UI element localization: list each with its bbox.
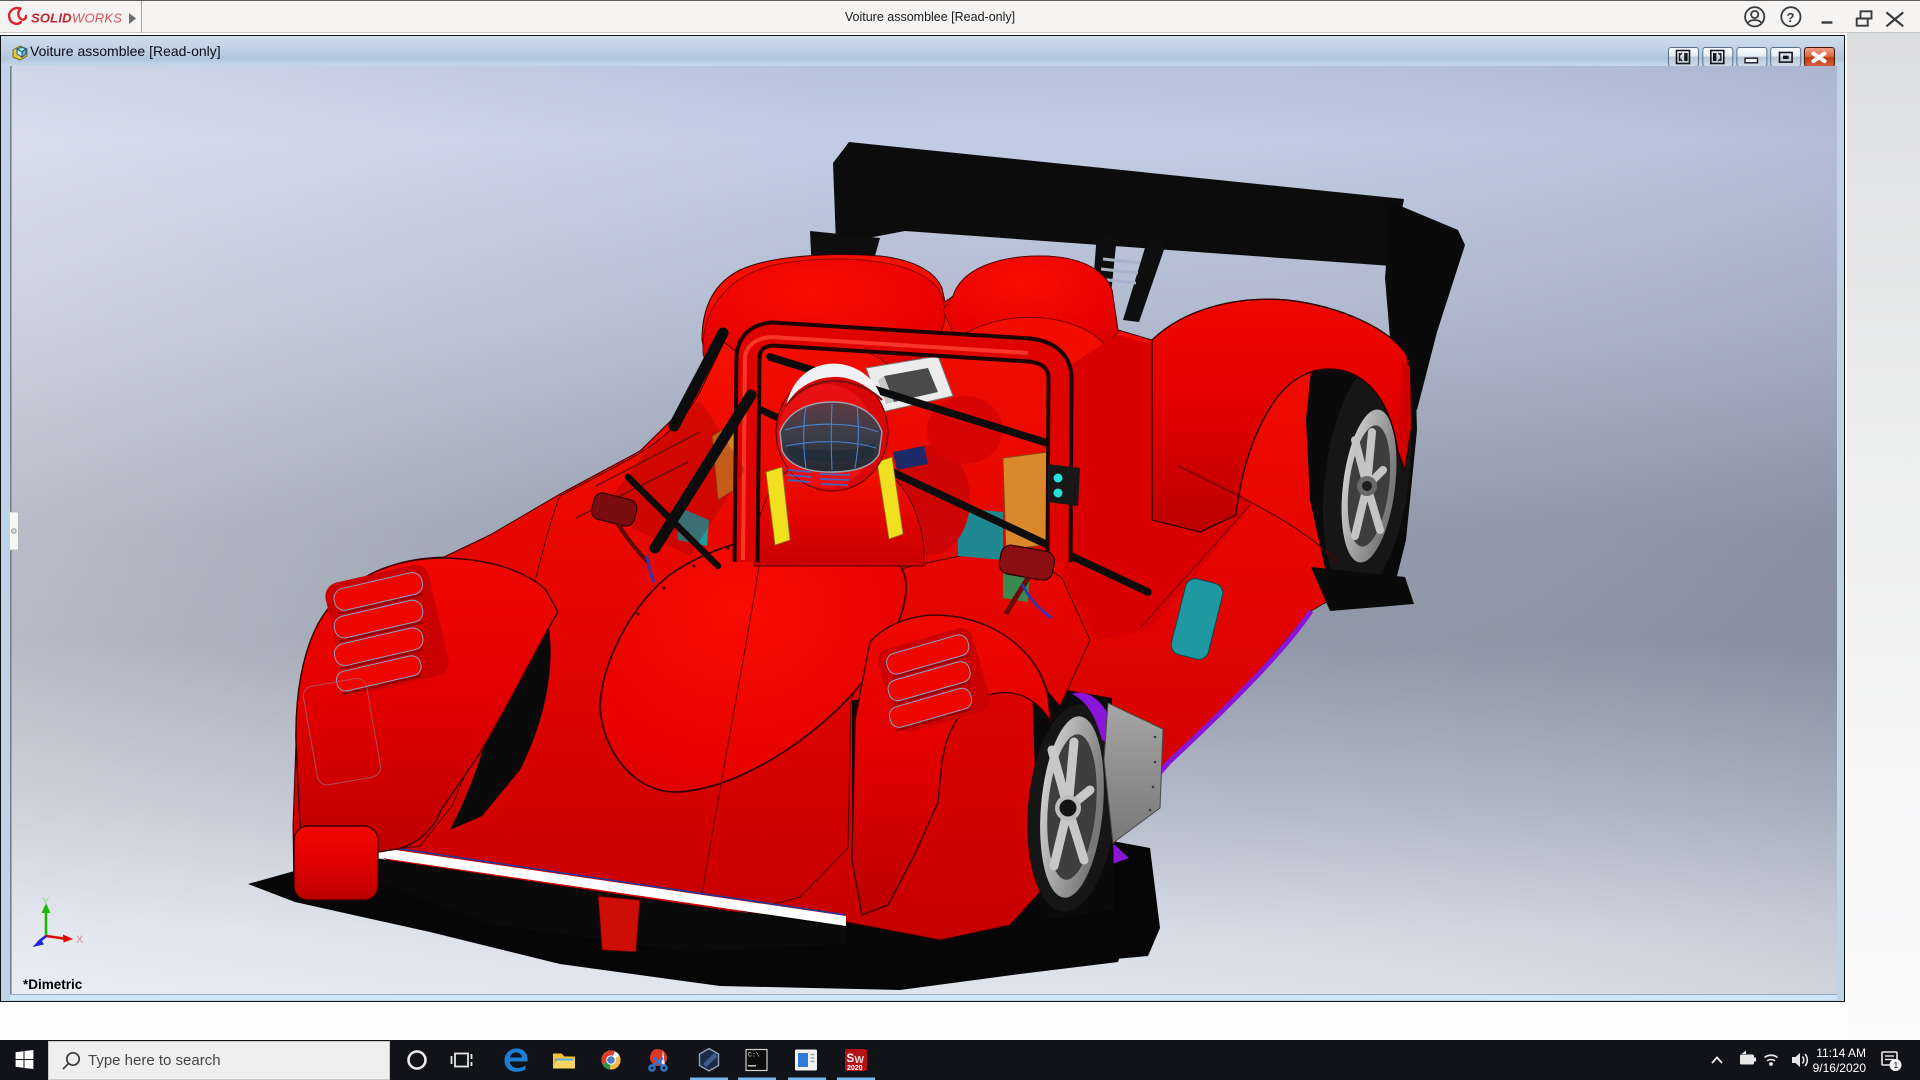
svg-text:C:\: C:\ [748,1052,760,1059]
svg-text:2020: 2020 [847,1065,863,1072]
svg-text:X: X [76,934,84,946]
svg-text:S: S [847,1053,855,1065]
svg-text:*Dimetric: *Dimetric [23,977,83,992]
svg-text:Y: Y [42,896,50,908]
svg-text:?: ? [1787,10,1795,25]
svg-text:1: 1 [1894,1060,1899,1070]
